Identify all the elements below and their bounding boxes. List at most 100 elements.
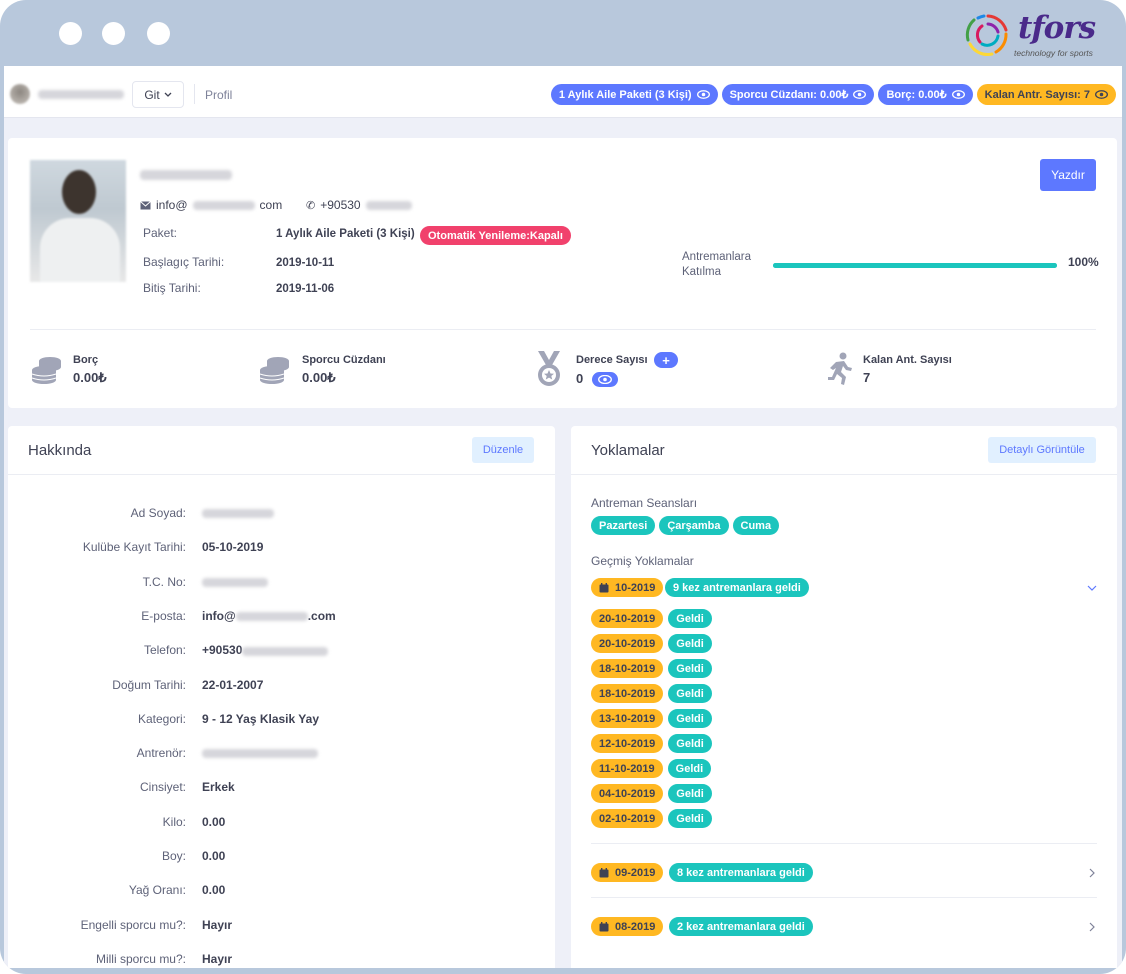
field-value: 9 - 12 Yaş Klasik Yay (202, 712, 319, 726)
field-label: Telefon: (143, 643, 186, 658)
attendance-status: Geldi (667, 759, 712, 778)
email-suffix: com (259, 198, 283, 212)
logo-wordmark: tfors (1018, 10, 1096, 46)
sessions-title: Antreman Seansları (591, 496, 698, 510)
attendance-entry: 02-10-2019 Geldi (591, 809, 712, 828)
stat-value: 0 (576, 371, 584, 386)
chevron-right-icon[interactable] (1087, 868, 1097, 878)
summary-pill-label: Kalan Antr. Sayısı: 7 (984, 88, 1090, 101)
field-value: +90530 (202, 643, 329, 657)
attendance-date: 18-10-2019 (591, 659, 664, 678)
calendar-icon (599, 921, 609, 931)
attendance-date: 04-10-2019 (591, 784, 664, 803)
month-row[interactable]: 09-2019 8 kez antremanlara geldi (591, 863, 1097, 883)
end-date-label: Bitiş Tarihi: (143, 281, 201, 295)
field-value: Hayır (202, 952, 232, 966)
logo-tagline: technology for sports (1014, 48, 1093, 58)
view-ranks-button[interactable] (592, 372, 618, 387)
envelope-icon (140, 200, 151, 209)
attendance-entry: 20-10-2019 Geldi (591, 634, 712, 653)
attendance-entry: 18-10-2019 Geldi (591, 659, 712, 678)
attendance-entry: 11-10-2019 Geldi (591, 759, 712, 778)
field-value: 0.00 (202, 883, 225, 897)
attendance-panel: Yoklamalar Detaylı Görüntüle Antreman Se… (571, 426, 1117, 968)
field-value-text: 0.00 (202, 883, 226, 898)
month-summary-badge: 9 kez antremanlara geldi (665, 578, 809, 597)
divider (8, 474, 555, 475)
attendance-entry: 04-10-2019 Geldi (591, 784, 712, 803)
attendance-date: 11-10-2019 (591, 759, 663, 778)
summary-pill[interactable]: Borç: 0.00₺ (878, 84, 973, 105)
summary-pill[interactable]: Kalan Antr. Sayısı: 7 (976, 84, 1116, 105)
user-avatar[interactable] (10, 84, 30, 104)
breadcrumb[interactable]: Profil (205, 88, 232, 102)
attendance-entry: 12-10-2019 Geldi (591, 734, 712, 753)
session-tag: Cuma (732, 516, 780, 535)
profile-photo (30, 160, 126, 282)
git-label: Git (144, 87, 160, 102)
attendance-title: Yoklamalar (591, 442, 665, 459)
stat-label: Derece Sayısı (576, 354, 648, 366)
field-label: Kilo: (162, 814, 186, 829)
field-value (202, 506, 274, 520)
stat-value: 7 (863, 370, 871, 385)
stat-value: 0.00₺ (73, 370, 107, 385)
attendance-status: Geldi (668, 709, 712, 728)
attendance-entry: 18-10-2019 Geldi (591, 684, 712, 703)
stat-label: Borç (73, 354, 99, 366)
summary-pill[interactable]: 1 Aylık Aile Paketi (3 Kişi) (550, 84, 718, 105)
field-value-text: Hayır (202, 917, 233, 932)
chevron-down-icon[interactable] (1087, 583, 1097, 593)
field-value-text: 0.00 (202, 849, 226, 863)
field-value: info@ .com (202, 609, 336, 623)
field-value-suffix: .com (307, 608, 336, 623)
attendance-label: Antremanlara Katılma (682, 251, 752, 278)
end-date-value: 2019-11-06 (276, 283, 335, 295)
about-panel: Hakkında Düzenle Ad Soyad: Kulübe Kayıt T… (8, 426, 555, 968)
month-row[interactable]: 08-2019 2 kez antremanlara geldi (591, 917, 1097, 937)
field-value-text: 22-01-2007 (202, 677, 264, 692)
profile-name-redacted (140, 170, 232, 180)
edit-button[interactable]: Düzenle (472, 437, 534, 463)
phone-prefix: +90530 (320, 198, 361, 212)
start-date-label: Başlagıç Tarihi: (143, 255, 225, 269)
summary-pills: 1 Aylık Aile Paketi (3 Kişi) Sporcu Cüzda… (550, 84, 1116, 105)
summary-pill[interactable]: Sporcu Cüzdanı: 0.00₺ (721, 84, 875, 105)
summary-pill-label: Sporcu Cüzdanı: 0.00₺ (729, 89, 849, 101)
calendar-icon (599, 582, 609, 592)
attendance-date: 02-10-2019 (591, 809, 664, 828)
field-value (202, 746, 318, 760)
attendance-status: Geldi (668, 659, 712, 678)
attendance-status: Geldi (668, 809, 712, 828)
field-value: Hayır (202, 918, 232, 932)
git-dropdown-button[interactable]: Git (132, 81, 184, 108)
attendance-status: Geldi (668, 634, 712, 653)
field-label: Antrenör: (136, 746, 186, 761)
add-rank-button[interactable]: + (654, 352, 678, 368)
window-dot-icon (147, 22, 170, 45)
field-label: Engelli sporcu mu?: (80, 917, 186, 932)
chevron-right-icon[interactable] (1087, 922, 1097, 932)
divider (591, 897, 1097, 898)
app-screen: Git Profil 1 Aylık Aile Paketi (3 Kişi) S… (4, 66, 1122, 968)
history-title: Geçmiş Yoklamalar (591, 554, 694, 568)
field-label: Yağ Oranı: (128, 883, 186, 898)
coins-icon (31, 357, 61, 384)
print-button[interactable]: Yazdır (1040, 159, 1096, 191)
detail-view-button[interactable]: Detaylı Görüntüle (988, 437, 1096, 463)
field-value (202, 575, 268, 589)
attendance-date: 20-10-2019 (591, 634, 664, 653)
eye-icon (598, 375, 612, 384)
field-value-text: 0.00 (202, 814, 226, 829)
stat-label: Sporcu Cüzdanı (302, 354, 386, 366)
eye-icon (1095, 90, 1108, 99)
field-value: 0.00 (202, 815, 225, 829)
window-dot-icon (102, 22, 125, 45)
month-row[interactable]: 10-2019 9 kez antremanlara geldi (591, 578, 1097, 598)
window-dot-icon (59, 22, 82, 45)
divider (194, 84, 195, 104)
attendance-status: Geldi (668, 784, 712, 803)
profile-phone: ✆ +90530 (306, 198, 412, 212)
attendance-date: 12-10-2019 (591, 734, 664, 753)
runner-icon (828, 352, 852, 385)
